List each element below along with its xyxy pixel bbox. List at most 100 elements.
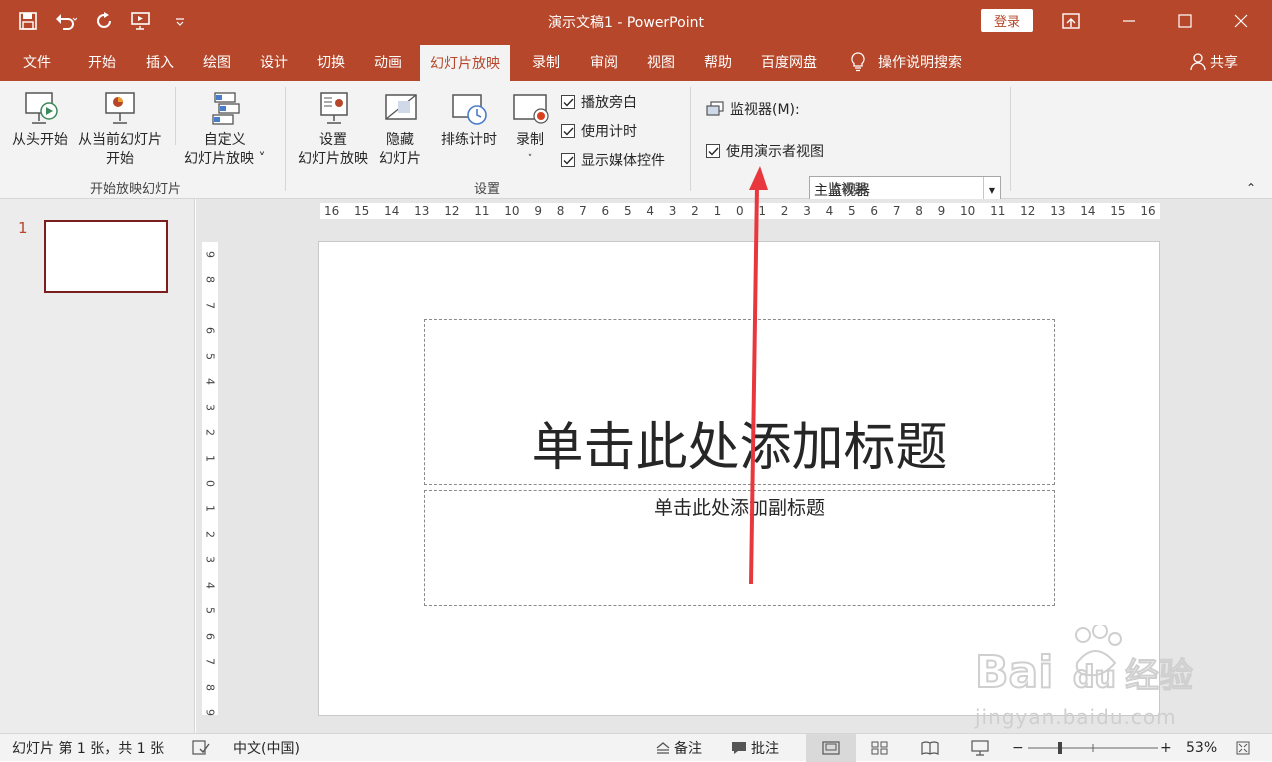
separator bbox=[175, 87, 176, 145]
show-media-controls-checkbox[interactable]: 显示媒体控件 bbox=[561, 150, 665, 170]
record-label: 录制 bbox=[516, 132, 544, 148]
ruler-tick-label: 7 bbox=[892, 204, 901, 218]
undo-icon[interactable] bbox=[52, 7, 80, 35]
zoom-out-icon[interactable]: − bbox=[1012, 734, 1024, 762]
spelling-check-icon[interactable] bbox=[192, 734, 210, 762]
record-button[interactable]: 录制 ˅ bbox=[510, 89, 550, 169]
reading-view-icon[interactable] bbox=[921, 734, 939, 762]
ruler-tick-label: 5 bbox=[203, 352, 217, 360]
ruler-tick-label: 4 bbox=[203, 378, 217, 386]
tell-me-search[interactable]: 操作说明搜索 bbox=[850, 42, 962, 81]
start-from-beginning-qat-icon[interactable] bbox=[128, 7, 156, 35]
ruler-tick-label: 1 bbox=[203, 454, 217, 462]
tab-home[interactable]: 开始 bbox=[88, 42, 116, 81]
ruler-tick-label: 8 bbox=[915, 204, 923, 218]
normal-view-button[interactable] bbox=[806, 734, 856, 762]
redo-icon[interactable] bbox=[90, 7, 118, 35]
setup-slide-show-label-2: 幻灯片放映 bbox=[298, 151, 368, 167]
zoom-slider[interactable] bbox=[1028, 734, 1158, 762]
tab-design[interactable]: 设计 bbox=[260, 42, 288, 81]
vertical-ruler: 9 8 7 6 5 4 3 2 1 0 1 2 3 4 5 6 7 8 9 bbox=[202, 242, 218, 716]
title-bar: 演示文稿1 - PowerPoint 登录 bbox=[0, 0, 1272, 42]
maximize-icon[interactable] bbox=[1156, 0, 1214, 42]
ruler-tick-label: 2 bbox=[780, 204, 789, 218]
ruler-tick-label: 16 bbox=[1140, 204, 1156, 218]
checkbox-checked-icon bbox=[561, 124, 575, 138]
tab-insert[interactable]: 插入 bbox=[146, 42, 174, 81]
tab-animations[interactable]: 动画 bbox=[374, 42, 402, 81]
comments-button[interactable]: 批注 bbox=[731, 734, 779, 762]
ruler-tick-label: 7 bbox=[579, 204, 587, 218]
tab-baidu-netdisk[interactable]: 百度网盘 bbox=[761, 42, 817, 81]
from-current-slide-button[interactable]: 从当前幻灯片 开始 bbox=[78, 89, 162, 169]
record-icon bbox=[513, 94, 549, 124]
ruler-tick-label: 4 bbox=[203, 581, 217, 589]
zoom-in-icon[interactable]: + bbox=[1160, 734, 1172, 762]
zoom-level[interactable]: 53% bbox=[1186, 734, 1217, 762]
svg-text:Bai: Bai bbox=[975, 647, 1053, 698]
window-title: 演示文稿1 - PowerPoint bbox=[548, 15, 704, 31]
setup-slide-show-button[interactable]: 设置 幻灯片放映 bbox=[298, 89, 368, 169]
horizontal-ruler: 16 15 14 13 12 11 10 9 8 7 6 5 4 3 2 1 0 1 2 3 4 5 6 7 8 9 10 11 12 1… bbox=[320, 203, 1160, 219]
from-current-slide-label-1: 从当前幻灯片 bbox=[78, 132, 162, 148]
fit-to-window-icon[interactable] bbox=[1236, 734, 1250, 762]
setup-slide-show-icon bbox=[320, 92, 348, 124]
subtitle-placeholder-text: 单击此处添加副标题 bbox=[653, 497, 825, 519]
tab-view[interactable]: 视图 bbox=[647, 42, 675, 81]
ribbon-display-options-icon[interactable] bbox=[1042, 0, 1100, 42]
ruler-tick-label: 14 bbox=[1080, 204, 1096, 218]
watermark-url: jingyan.baidu.com bbox=[975, 705, 1177, 729]
share-button[interactable]: 共享 bbox=[1190, 42, 1238, 81]
ruler-tick-label: 12 bbox=[1020, 204, 1036, 218]
tab-file[interactable]: 文件 bbox=[23, 42, 51, 81]
hide-slide-button[interactable]: 隐藏 幻灯片 bbox=[379, 89, 421, 169]
tab-review[interactable]: 审阅 bbox=[590, 42, 618, 81]
minimize-icon[interactable] bbox=[1100, 0, 1158, 42]
use-timings-label: 使用计时 bbox=[581, 124, 637, 140]
separator bbox=[1010, 87, 1011, 191]
ruler-tick-label: 14 bbox=[384, 204, 400, 218]
custom-slide-show-button[interactable]: 自定义 幻灯片放映 ˅ bbox=[184, 89, 265, 169]
notes-label: 备注 bbox=[674, 741, 702, 757]
ruler-tick-label: 3 bbox=[803, 204, 811, 218]
subtitle-placeholder[interactable]: 单击此处添加副标题 bbox=[424, 490, 1055, 606]
custom-slide-show-label-1: 自定义 bbox=[203, 132, 246, 148]
notes-button[interactable]: 备注 bbox=[656, 734, 702, 762]
ruler-tick-label: 4 bbox=[646, 204, 654, 218]
svg-text:经验: 经验 bbox=[1125, 656, 1193, 696]
group-label-start-slide-show: 开始放映幻灯片 bbox=[90, 182, 182, 197]
rehearse-timings-icon bbox=[452, 94, 487, 125]
quick-access-toolbar bbox=[0, 0, 194, 42]
use-timings-checkbox[interactable]: 使用计时 bbox=[561, 121, 637, 141]
slide-show-view-icon[interactable] bbox=[971, 734, 989, 762]
slide-sorter-view-icon[interactable] bbox=[871, 734, 889, 762]
customize-qat-icon[interactable] bbox=[166, 7, 194, 35]
ruler-tick-label: 5 bbox=[848, 204, 856, 218]
rehearse-timings-label: 排练计时 bbox=[441, 132, 497, 148]
rehearse-timings-button[interactable]: 排练计时 bbox=[441, 89, 497, 150]
use-presenter-view-checkbox[interactable]: 使用演示者视图 bbox=[706, 141, 824, 161]
play-narrations-checkbox[interactable]: 播放旁白 bbox=[561, 92, 637, 112]
close-icon[interactable] bbox=[1212, 0, 1270, 42]
ruler-tick-label: 0 bbox=[735, 204, 744, 218]
tab-help[interactable]: 帮助 bbox=[704, 42, 732, 81]
tab-record[interactable]: 录制 bbox=[532, 42, 560, 81]
ruler-tick-label: 9 bbox=[534, 204, 542, 218]
ruler-tick-label: 15 bbox=[1110, 204, 1126, 218]
ruler-tick-label: 7 bbox=[203, 658, 217, 666]
title-placeholder[interactable]: 单击此处添加标题 bbox=[424, 319, 1055, 485]
lightbulb-icon bbox=[851, 51, 865, 71]
login-button[interactable]: 登录 bbox=[981, 9, 1033, 32]
slide-thumbnail[interactable] bbox=[44, 220, 168, 293]
ruler-tick-label: 1 bbox=[203, 505, 217, 513]
from-beginning-button[interactable]: 从头开始 bbox=[12, 89, 68, 150]
language-status[interactable]: 中文(中国) bbox=[233, 734, 300, 762]
custom-slide-show-icon bbox=[212, 92, 240, 125]
record-dropdown-icon[interactable]: ˅ bbox=[528, 150, 533, 169]
tab-slide-show[interactable]: 幻灯片放映 bbox=[420, 45, 510, 81]
collapse-ribbon-icon[interactable]: ⌃ bbox=[1246, 181, 1256, 195]
tab-transitions[interactable]: 切换 bbox=[317, 42, 345, 81]
save-icon[interactable] bbox=[14, 7, 42, 35]
ruler-tick-label: 7 bbox=[203, 301, 217, 309]
tab-draw[interactable]: 绘图 bbox=[203, 42, 231, 81]
